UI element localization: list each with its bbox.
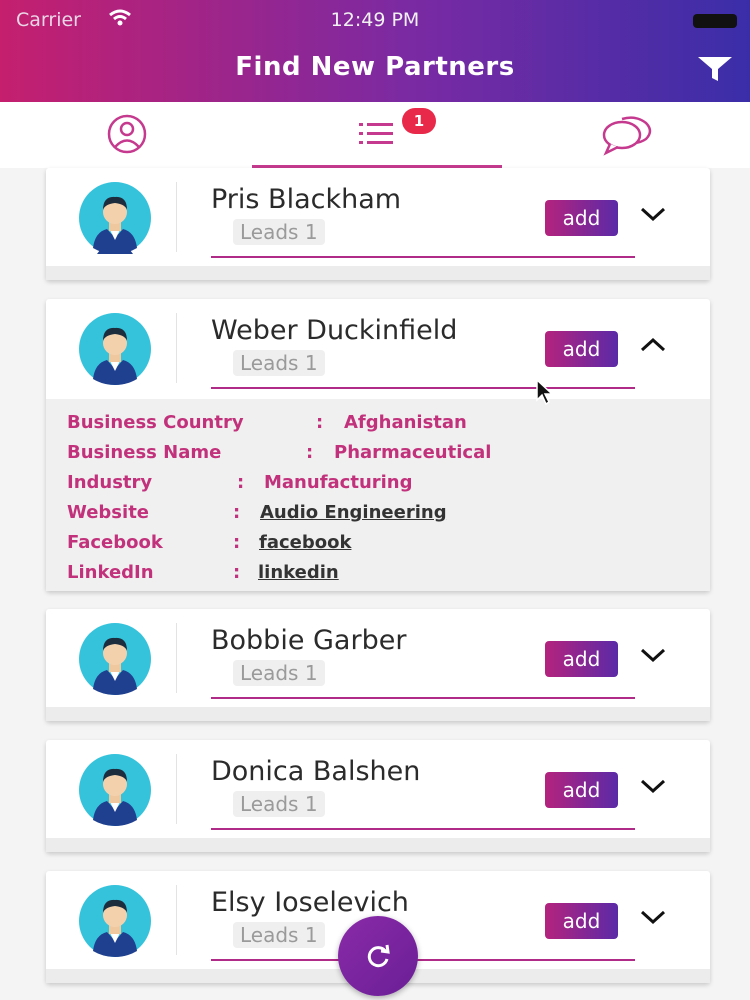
divider <box>211 387 635 389</box>
partner-name: Pris Blackham <box>211 184 402 215</box>
divider <box>176 182 177 252</box>
status-time: 12:49 PM <box>330 9 420 31</box>
detail-label: LinkedIn <box>67 562 154 583</box>
chevron-down-icon[interactable] <box>640 206 666 226</box>
leads-badge: Leads 1 <box>233 219 325 245</box>
app-header: Carrier 12:49 PM Find New Partners <box>0 0 750 102</box>
chat-icon <box>602 116 652 156</box>
divider <box>211 256 635 258</box>
divider <box>176 754 177 824</box>
page-title: Find New Partners <box>235 52 515 82</box>
divider <box>176 623 177 693</box>
partner-name: Donica Balshen <box>211 756 421 787</box>
add-button[interactable]: add <box>545 903 618 939</box>
notification-badge: 1 <box>402 108 436 134</box>
filter-icon[interactable] <box>697 56 733 86</box>
refresh-icon <box>367 944 390 968</box>
detail-value: Pharmaceutical <box>334 442 492 463</box>
status-bar: Carrier 12:49 PM <box>0 0 750 40</box>
avatar <box>79 623 151 695</box>
chevron-up-icon[interactable] <box>640 337 666 357</box>
website-link[interactable]: Audio Engineering <box>260 502 447 523</box>
detail-label: Business Name <box>67 442 222 463</box>
card-footer <box>46 266 710 280</box>
linkedin-link[interactable]: linkedin <box>258 562 339 583</box>
detail-value: Manufacturing <box>264 472 413 493</box>
cursor-icon <box>535 378 555 410</box>
add-button[interactable]: add <box>545 200 618 236</box>
refresh-button[interactable] <box>338 916 418 996</box>
tab-profile[interactable] <box>88 102 168 168</box>
divider <box>211 828 635 830</box>
tab-bar: 1 <box>0 102 750 168</box>
avatar <box>79 182 151 254</box>
battery-icon <box>693 14 737 28</box>
facebook-link[interactable]: facebook <box>259 532 351 553</box>
chevron-down-icon[interactable] <box>640 647 666 667</box>
leads-badge: Leads 1 <box>233 791 325 817</box>
partner-details: Business Country : Afghanistan Business … <box>46 399 710 591</box>
avatar <box>79 885 151 957</box>
list-icon <box>359 123 393 144</box>
leads-badge: Leads 1 <box>233 350 325 376</box>
detail-value: Afghanistan <box>344 412 467 433</box>
partner-name: Bobbie Garber <box>211 625 407 656</box>
profile-icon <box>107 114 147 154</box>
chevron-down-icon[interactable] <box>640 778 666 798</box>
detail-label: Industry <box>67 472 153 493</box>
divider <box>211 697 635 699</box>
divider <box>211 959 635 961</box>
tab-chat[interactable] <box>590 102 670 168</box>
partner-name: Weber Duckinfield <box>211 315 458 346</box>
avatar <box>79 754 151 826</box>
partner-card[interactable]: Bobbie Garber Leads 1 add <box>46 609 710 721</box>
add-button[interactable]: add <box>545 772 618 808</box>
card-footer <box>46 707 710 721</box>
avatar <box>79 313 151 385</box>
partner-card-expanded[interactable]: Weber Duckinfield Leads 1 add Business C… <box>46 299 710 591</box>
add-button[interactable]: add <box>545 331 618 367</box>
partner-card[interactable]: Pris Blackham Leads 1 add <box>46 168 710 280</box>
detail-label: Facebook <box>67 532 163 553</box>
leads-badge: Leads 1 <box>233 660 325 686</box>
partner-name: Elsy Ioselevich <box>211 887 409 918</box>
detail-label: Website <box>67 502 150 523</box>
partner-card[interactable]: Donica Balshen Leads 1 add <box>46 740 710 852</box>
detail-label: Business Country <box>67 412 244 433</box>
card-footer <box>46 838 710 852</box>
leads-badge: Leads 1 <box>233 922 325 948</box>
tab-list[interactable]: 1 <box>252 102 502 168</box>
divider <box>176 885 177 955</box>
divider <box>176 313 177 383</box>
chevron-down-icon[interactable] <box>640 909 666 929</box>
add-button[interactable]: add <box>545 641 618 677</box>
